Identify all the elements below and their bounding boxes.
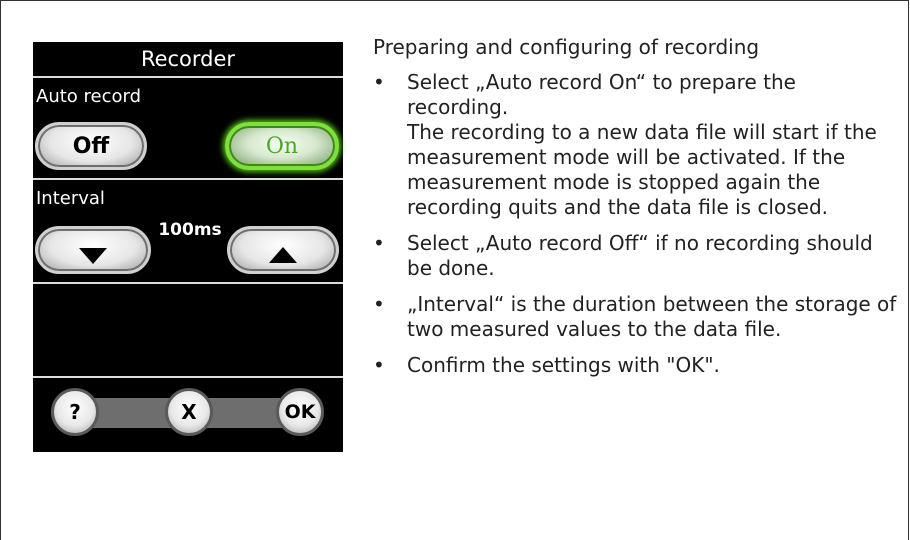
bullet-text: Select „Auto record On“ to prepare the r… [407, 70, 796, 119]
help-button[interactable]: ? [51, 388, 99, 436]
arrow-up-icon [269, 247, 297, 263]
cancel-button[interactable]: X [165, 388, 213, 436]
bullet-text: „Interval“ is the duration between the s… [407, 292, 897, 341]
bullet-text: Confirm the settings with "OK". [407, 353, 720, 377]
bullet-extra-text: The recording to a new data file will st… [407, 120, 877, 219]
list-item: Confirm the settings with "OK". [373, 353, 903, 378]
arrow-down-icon [79, 248, 107, 264]
list-item: Select „Auto record On“ to prepare the r… [373, 70, 903, 220]
instructions-heading: Preparing and configuring of recording [373, 35, 760, 59]
auto-record-off-button[interactable]: Off [35, 122, 147, 170]
divider [33, 178, 343, 180]
divider [33, 376, 343, 378]
ok-button[interactable]: OK [276, 388, 324, 436]
list-item: „Interval“ is the duration between the s… [373, 292, 903, 342]
instruction-list: Select „Auto record On“ to prepare the r… [373, 70, 903, 378]
auto-record-on-button[interactable]: On [225, 122, 339, 170]
interval-decrease-button[interactable] [35, 226, 151, 274]
recorder-screen: Recorder Auto record Off On Interval 100… [33, 42, 343, 452]
divider [33, 76, 343, 78]
divider [33, 282, 343, 284]
instructions: Preparing and configuring of recording S… [373, 35, 903, 389]
interval-label: Interval [36, 188, 105, 209]
bullet-text: Select „Auto record Off“ if no recording… [407, 231, 873, 280]
list-item: Select „Auto record Off“ if no recording… [373, 231, 903, 281]
screen-title: Recorder [140, 47, 236, 71]
interval-value: 100ms [158, 220, 222, 240]
interval-increase-button[interactable] [227, 226, 339, 274]
auto-record-label: Auto record [36, 86, 142, 107]
